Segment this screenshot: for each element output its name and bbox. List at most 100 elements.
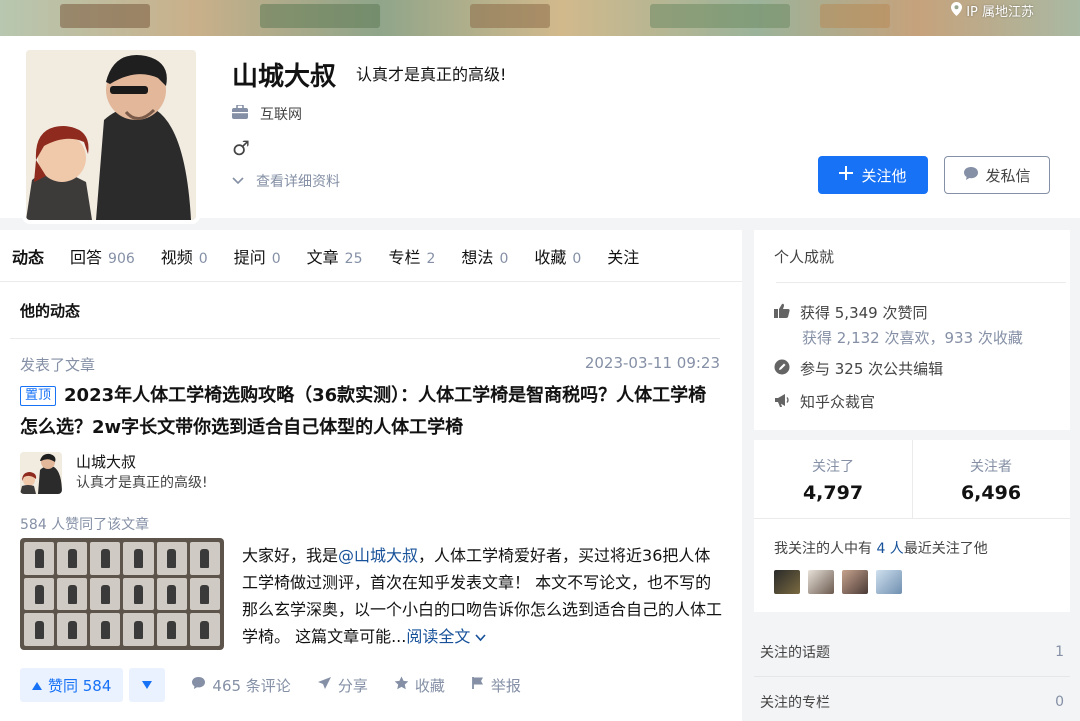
author-meta: 山城大叔 认真才是真正的高级!: [76, 452, 208, 494]
upvote-button[interactable]: 赞同 584: [20, 668, 124, 702]
article-thumbnail[interactable]: [20, 538, 224, 650]
followed-topics-count: 1: [1055, 644, 1064, 660]
view-details-link[interactable]: 查看详细资料: [232, 171, 340, 191]
tab-count: 0: [198, 250, 208, 267]
mutual-avatar[interactable]: [876, 570, 902, 594]
article-title-text: 2023年人体工学椅选购攻略（36款实测）：人体工学椅是智商税吗？人体工学椅怎么…: [20, 385, 707, 438]
profile-avatar[interactable]: [22, 46, 200, 224]
cover-decoration: [820, 4, 890, 28]
chair-thumb: [189, 613, 220, 646]
tab-collections[interactable]: 收藏 0: [534, 244, 581, 268]
tab-label: 收藏: [534, 247, 567, 267]
likes-sub: 获得 2,132 次喜欢，933 次收藏: [802, 329, 1023, 347]
industry-text: 互联网: [260, 107, 302, 123]
main-content: 动态 回答 906 视频 0 提问 0 文章 25 专栏 2 想法 0 收藏 0 关注 他的动…: [0, 230, 742, 721]
chair-thumb: [189, 542, 220, 575]
follow-stats-card: 关注了 4,797 关注者 6,496 我关注的人中有 4 人最近关注了他: [754, 440, 1070, 612]
likes-achievement: 获得 5,349 次赞同: [774, 302, 927, 323]
upvote-label: 赞同 584: [48, 676, 112, 695]
divider: [754, 518, 1070, 519]
divider: [776, 282, 1066, 283]
tab-columns[interactable]: 专栏 2: [388, 244, 435, 268]
chat-bubble-icon: [963, 166, 979, 185]
chair-thumb: [156, 613, 187, 646]
chair-thumb: [189, 577, 220, 611]
chair-thumb: [156, 577, 187, 611]
tab-count: 906: [108, 250, 135, 267]
divider: [10, 338, 720, 339]
tab-answers[interactable]: 回答 906: [70, 244, 135, 268]
thumbs-up-icon: [774, 303, 790, 323]
briefcase-icon: [232, 104, 248, 123]
mutual-text: 我关注的人中有: [774, 541, 877, 557]
report-button[interactable]: 举报: [471, 675, 521, 696]
likes-achievement-text: 获得 5,349 次赞同: [800, 304, 928, 322]
comments-label: 465 条评论: [212, 676, 291, 695]
followed-topics-link[interactable]: 关注的话题 1: [754, 630, 1070, 674]
tab-videos[interactable]: 视频 0: [161, 244, 208, 268]
male-icon: ♂: [232, 136, 250, 160]
plus-icon: [839, 166, 854, 184]
tab-label: 文章: [306, 247, 339, 267]
followed-columns-link[interactable]: 关注的专栏 0: [754, 680, 1070, 721]
message-button[interactable]: 发私信: [944, 156, 1050, 194]
read-more-text: 阅读全文: [406, 627, 471, 646]
share-button[interactable]: 分享: [317, 675, 368, 696]
tab-questions[interactable]: 提问 0: [234, 244, 281, 268]
favorite-label: 收藏: [414, 676, 445, 695]
achievements-card: 个人成就 获得 5,349 次赞同 获得 2,132 次喜欢，933 次收藏 参…: [754, 230, 1070, 430]
favorite-button[interactable]: 收藏: [394, 675, 445, 696]
mutual-count-link[interactable]: 4 人: [876, 541, 903, 557]
tab-count: 2: [426, 250, 436, 267]
mutual-avatar[interactable]: [842, 570, 868, 594]
chevron-down-icon: [232, 173, 244, 189]
edit-circle-icon: [774, 359, 790, 379]
achievements-title: 个人成就: [774, 248, 835, 266]
followed-columns-count: 0: [1055, 694, 1064, 710]
location-pin-icon: [951, 1, 963, 20]
cover-decoration: [650, 4, 790, 28]
tab-count: 0: [271, 250, 281, 267]
user-mention-link[interactable]: @山城大叔: [338, 546, 418, 565]
tab-label: 视频: [160, 247, 193, 267]
likes-summary: 584 人赞同了该文章: [20, 517, 150, 533]
megaphone-icon: [774, 392, 790, 412]
tab-following[interactable]: 关注: [607, 244, 639, 268]
tab-count: 0: [499, 250, 509, 267]
tab-label: 动态: [12, 247, 45, 267]
tab-thoughts[interactable]: 想法 0: [461, 244, 508, 268]
article-excerpt[interactable]: 大家好，我是@山城大叔，人体工学椅爱好者，买过将近36把人体工学椅做过测评，首次…: [242, 542, 722, 650]
chair-thumb: [90, 613, 121, 646]
feed-action: 发表了文章: [20, 356, 96, 374]
following-stat[interactable]: 关注了 4,797: [754, 456, 912, 504]
cover-decoration: [60, 4, 150, 28]
juror-text: 知乎众裁官: [800, 393, 876, 411]
feed-timestamp: 2023-03-11 09:23: [584, 354, 720, 372]
downvote-button[interactable]: [129, 668, 166, 702]
mutual-avatar[interactable]: [774, 570, 800, 594]
article-title[interactable]: 置顶 2023年人体工学椅选购攻略（36款实测）：人体工学椅是智商税吗？人体工学椅…: [20, 380, 720, 444]
author-name[interactable]: 山城大叔: [76, 452, 208, 472]
followers-label: 关注者: [970, 459, 1012, 475]
cover-decoration: [260, 4, 380, 28]
read-more-link[interactable]: 阅读全文: [406, 627, 487, 646]
paper-plane-icon: [317, 676, 332, 694]
chair-thumb: [123, 542, 154, 575]
cover-decoration: [470, 4, 550, 28]
juror-achievement[interactable]: 知乎众裁官: [774, 391, 875, 412]
divider: [754, 676, 1070, 677]
follow-button[interactable]: 关注他: [818, 156, 928, 194]
chair-thumb: [57, 577, 88, 611]
tab-activity[interactable]: 动态: [12, 244, 44, 268]
tab-articles[interactable]: 文章 25: [307, 244, 363, 268]
star-icon: [394, 676, 409, 694]
comments-button[interactable]: 465 条评论: [191, 675, 291, 696]
tab-count: 0: [572, 250, 582, 267]
profile-header: 山城大叔 认真才是真正的高级! 互联网 ♂ 查看详细资料 关注他 发私信: [0, 36, 1080, 224]
author-avatar[interactable]: [20, 452, 62, 494]
tab-label: 关注: [607, 247, 640, 267]
followers-stat[interactable]: 关注者 6,496: [912, 456, 1070, 504]
following-label: 关注了: [812, 459, 854, 475]
mutual-avatar[interactable]: [808, 570, 834, 594]
article-author: 山城大叔 认真才是真正的高级!: [20, 452, 208, 494]
